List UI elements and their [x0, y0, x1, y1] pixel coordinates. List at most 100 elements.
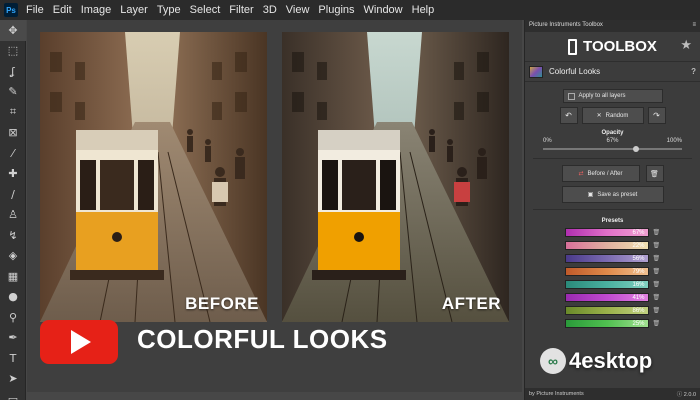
- reset-button[interactable]: 🗑: [645, 165, 664, 182]
- before-label: BEFORE: [185, 294, 259, 313]
- opacity-label: Opacity: [601, 130, 624, 136]
- toolbox-logo-icon: [568, 38, 578, 55]
- delete-preset-icon[interactable]: 🗑: [653, 281, 661, 288]
- star-icon[interactable]: ★: [680, 38, 692, 53]
- crop-tool-icon[interactable]: ⌗: [0, 102, 26, 123]
- version-text: 2.0.0: [683, 392, 696, 398]
- save-preset-button[interactable]: ▣ Save as preset: [561, 186, 664, 203]
- pen-tool-icon[interactable]: ✒: [0, 328, 26, 349]
- menu-layer[interactable]: Layer: [120, 4, 148, 16]
- save-icon: ▣: [587, 192, 594, 198]
- preset-swatch[interactable]: 56%: [564, 253, 649, 263]
- type-tool-icon[interactable]: T: [0, 348, 26, 369]
- toolbox-title: TOOLBOX: [568, 38, 657, 55]
- path-select-tool-icon[interactable]: ➤: [0, 369, 26, 390]
- after-label: AFTER: [441, 294, 501, 313]
- help-icon[interactable]: ?: [691, 67, 696, 76]
- divider: [533, 158, 692, 159]
- delete-preset-icon[interactable]: 🗑: [653, 242, 661, 249]
- preset-item[interactable]: 86% 🗑: [533, 305, 692, 315]
- after-photo: AFTER: [282, 32, 509, 322]
- preset-item[interactable]: 41% 🗑: [533, 292, 692, 302]
- delete-preset-icon[interactable]: 🗑: [653, 307, 661, 314]
- opacity-value: 67%: [606, 138, 619, 144]
- delete-preset-icon[interactable]: 🗑: [653, 320, 661, 327]
- apply-all-layers-toggle[interactable]: Apply to all layers: [562, 89, 663, 103]
- preset-swatch[interactable]: 79%: [564, 266, 649, 276]
- save-preset-label: Save as preset: [597, 191, 638, 198]
- menu-type[interactable]: Type: [157, 4, 181, 16]
- panel-footer: by Picture Instruments ⓘ 2.0.0: [525, 388, 700, 400]
- watermark: ∞ 4esktop: [540, 348, 652, 374]
- checkbox[interactable]: [567, 92, 575, 100]
- random-button[interactable]: ✕ Random: [581, 107, 644, 124]
- preset-swatch[interactable]: 22%: [564, 240, 649, 250]
- panel-menu-icon[interactable]: ≡: [692, 22, 696, 30]
- delete-preset-icon[interactable]: 🗑: [653, 229, 661, 236]
- preset-opacity: 41%: [632, 294, 645, 301]
- preset-item[interactable]: 25% 🗑: [533, 318, 692, 328]
- blur-tool-icon[interactable]: ●: [0, 287, 26, 308]
- info-icon[interactable]: ⓘ: [677, 392, 683, 398]
- preset-opacity: 67%: [632, 229, 645, 236]
- eraser-tool-icon[interactable]: ◈: [0, 246, 26, 267]
- photoshop-logo-icon: Ps: [4, 3, 18, 17]
- controls-section: Apply to all layers ↶ ✕ Random ↷ Opacity…: [525, 82, 700, 332]
- preset-item[interactable]: 79% 🗑: [533, 266, 692, 276]
- marquee-tool-icon[interactable]: ⬚: [0, 41, 26, 62]
- tool-selector[interactable]: Colorful Looks ?: [525, 62, 700, 82]
- before-after-button[interactable]: ⇄ Before / After: [561, 165, 640, 182]
- stamp-tool-icon[interactable]: ♙: [0, 205, 26, 226]
- preset-swatch[interactable]: 16%: [564, 279, 649, 289]
- panel-tab[interactable]: Picture Instruments Toolbox ≡: [525, 20, 700, 32]
- after-tram-image: [282, 32, 509, 322]
- menu-help[interactable]: Help: [412, 4, 435, 16]
- menu-select[interactable]: Select: [190, 4, 221, 16]
- preset-opacity: 25%: [632, 320, 645, 327]
- menu-plugins[interactable]: Plugins: [318, 4, 354, 16]
- preset-item[interactable]: 67% 🗑: [533, 227, 692, 237]
- preset-swatch[interactable]: 67%: [564, 227, 649, 237]
- preset-swatch[interactable]: 25%: [564, 318, 649, 328]
- gradient-tool-icon[interactable]: ▦: [0, 266, 26, 287]
- move-tool-icon[interactable]: ✥: [0, 20, 26, 41]
- eyedropper-tool-icon[interactable]: ⁄: [0, 143, 26, 164]
- preset-swatch[interactable]: 41%: [564, 292, 649, 302]
- undo-button[interactable]: ↶: [559, 107, 578, 124]
- tools-panel: ✥ ⬚ ʆ ✎ ⌗ ⊠ ⁄ ✚ ∕ ♙ ↯ ◈ ▦ ● ⚲ ✒ T ➤ ▭: [0, 20, 26, 400]
- delete-preset-icon[interactable]: 🗑: [653, 255, 661, 262]
- preset-item[interactable]: 22% 🗑: [533, 240, 692, 250]
- opacity-slider[interactable]: 0% 67% 100%: [543, 138, 682, 152]
- history-brush-tool-icon[interactable]: ↯: [0, 225, 26, 246]
- delete-preset-icon[interactable]: 🗑: [653, 294, 661, 301]
- brush-tool-icon[interactable]: ∕: [0, 184, 26, 205]
- menu-image[interactable]: Image: [81, 4, 112, 16]
- redo-button[interactable]: ↷: [647, 107, 666, 124]
- random-icon: ✕: [596, 113, 602, 119]
- document-canvas[interactable]: BEFORE AFTER COLORFUL LOOKS: [27, 20, 522, 392]
- before-photo: BEFORE: [40, 32, 267, 322]
- menu-file[interactable]: File: [26, 4, 44, 16]
- frame-tool-icon[interactable]: ⊠: [0, 123, 26, 144]
- slider-thumb[interactable]: [633, 146, 640, 152]
- menu-edit[interactable]: Edit: [53, 4, 72, 16]
- panel-tab-title: Picture Instruments Toolbox: [529, 22, 603, 28]
- tool-name: Colorful Looks: [549, 67, 601, 76]
- delete-preset-icon[interactable]: 🗑: [653, 268, 661, 275]
- dodge-tool-icon[interactable]: ⚲: [0, 307, 26, 328]
- healing-tool-icon[interactable]: ✚: [0, 164, 26, 185]
- preset-item[interactable]: 56% 🗑: [533, 253, 692, 263]
- photoshop-window: Ps File Edit Image Layer Type Select Filter 3D V…: [0, 0, 700, 400]
- menu-filter[interactable]: Filter: [229, 4, 253, 16]
- menu-view[interactable]: View: [286, 4, 310, 16]
- slider-track[interactable]: [543, 148, 682, 150]
- preset-swatch[interactable]: 86%: [564, 305, 649, 315]
- menu-3d[interactable]: 3D: [263, 4, 277, 16]
- quick-select-tool-icon[interactable]: ✎: [0, 82, 26, 103]
- shape-tool-icon[interactable]: ▭: [0, 389, 26, 400]
- preset-item[interactable]: 16% 🗑: [533, 279, 692, 289]
- lasso-tool-icon[interactable]: ʆ: [0, 61, 26, 82]
- menu-window[interactable]: Window: [364, 4, 403, 16]
- toolbox-panel: Picture Instruments Toolbox ≡ TOOLBOX ★ …: [524, 20, 700, 400]
- preset-opacity: 22%: [632, 242, 645, 249]
